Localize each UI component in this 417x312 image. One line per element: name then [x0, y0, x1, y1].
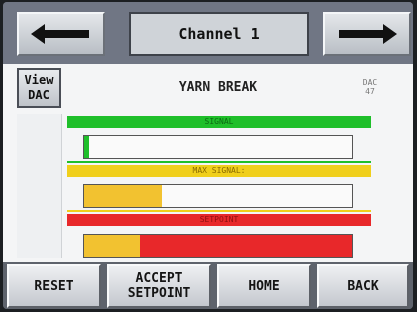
side-strip [17, 114, 62, 258]
max-signal-meter-fill [84, 185, 162, 207]
setpoint-band: SETPOINT [67, 214, 371, 226]
accept-setpoint-button[interactable]: ACCEPT SETPOINT [107, 264, 211, 308]
view-dac-label-line1: View [24, 73, 54, 87]
reset-button[interactable]: RESET [7, 264, 101, 308]
channel-label: Channel 1 [129, 12, 309, 56]
previous-channel-button[interactable] [17, 12, 105, 56]
signal-band: SIGNAL [67, 116, 371, 128]
dac-readout: DAC 47 [355, 78, 385, 96]
max-signal-divider [67, 210, 371, 212]
signal-meter [83, 135, 353, 159]
next-channel-button[interactable] [323, 12, 411, 56]
view-dac-label-line2: DAC [28, 88, 50, 102]
max-signal-meter [83, 184, 353, 208]
top-bar: Channel 1 [3, 2, 413, 64]
setpoint-meter-fill [84, 235, 141, 257]
dac-readout-label: DAC [362, 78, 378, 87]
signal-meter-fill [84, 136, 90, 158]
view-dac-button[interactable]: View DAC [17, 68, 61, 108]
max-signal-band: MAX SIGNAL: [67, 165, 371, 177]
setpoint-meter[interactable] [83, 234, 353, 258]
bottom-bar: RESET ACCEPT SETPOINT HOME BACK [3, 262, 413, 309]
home-button[interactable]: HOME [217, 264, 311, 308]
main-panel: View DAC YARN BREAK DAC 47 SIGNAL MAX SI… [3, 64, 413, 262]
back-button[interactable]: BACK [317, 264, 409, 308]
signal-divider [67, 161, 371, 163]
dac-readout-value: 47 [365, 87, 375, 96]
arrow-right-icon [339, 24, 397, 44]
arrow-left-icon [31, 24, 89, 44]
hmi-screen: Channel 1 View DAC YARN BREAK DAC 47 SIG… [3, 2, 413, 309]
page-title: YARN BREAK [178, 80, 258, 95]
